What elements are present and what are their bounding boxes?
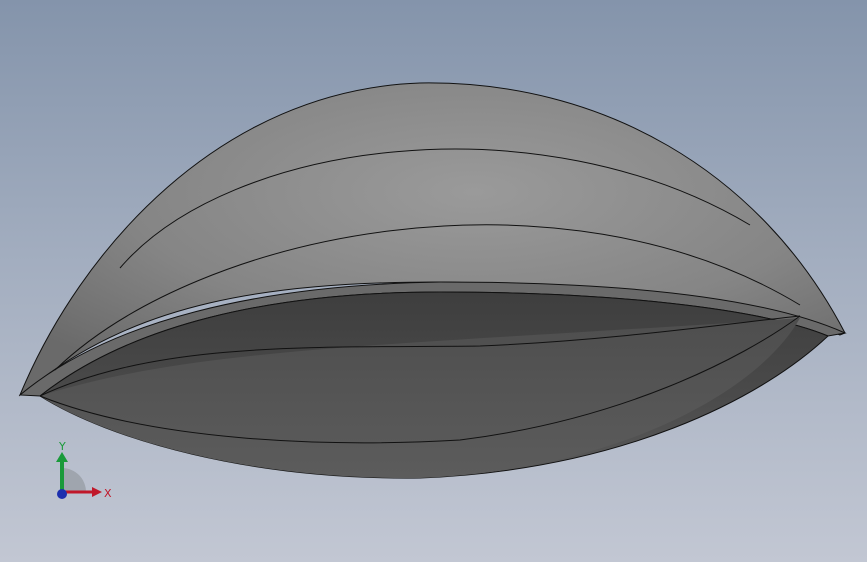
triad-plane-indicator [62,468,86,492]
x-axis-arrow-icon [92,487,102,497]
view-orientation-triad[interactable]: Y X [50,440,120,510]
3d-model-view[interactable] [0,0,867,562]
y-axis-arrow-icon [56,452,68,462]
graphics-viewport[interactable]: Y X [0,0,867,562]
x-axis-label: X [104,487,112,500]
y-axis-label: Y [58,440,66,453]
z-axis-dot-icon [57,489,67,499]
